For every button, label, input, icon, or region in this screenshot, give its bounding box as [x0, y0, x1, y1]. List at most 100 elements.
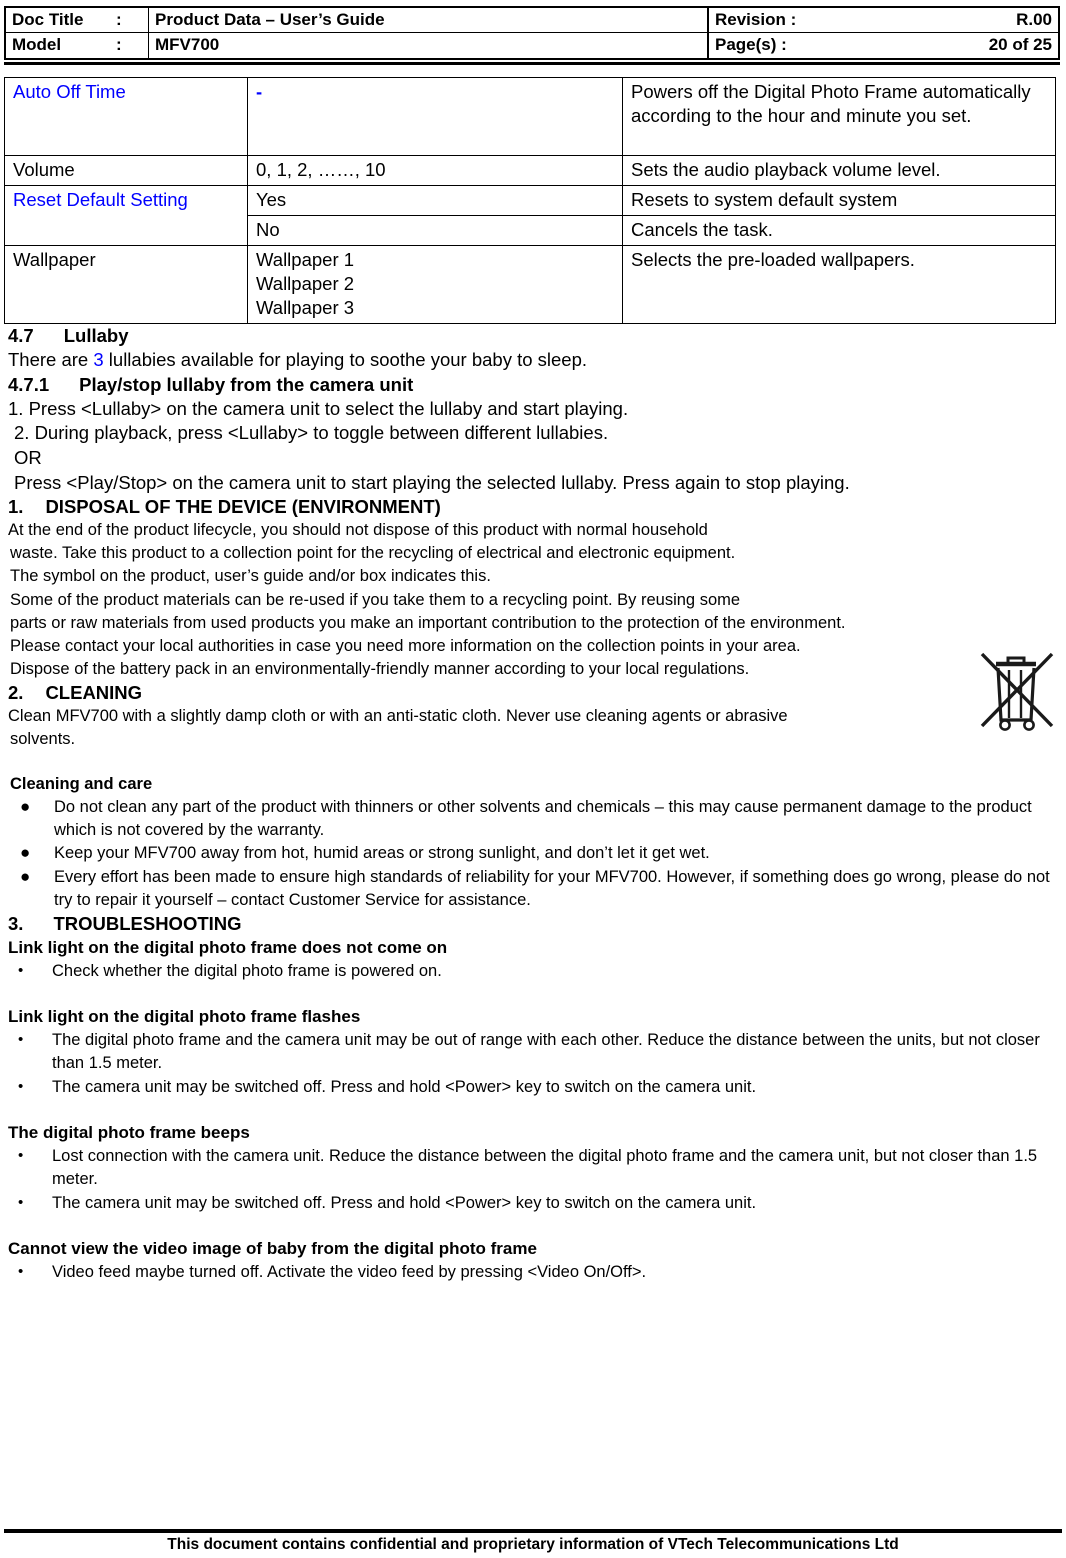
troubleshooting-bullet-list: • Video feed maybe turned off. Activate t…	[8, 1261, 1060, 1284]
list-item-text: The camera unit may be switched off. Pre…	[52, 1077, 757, 1096]
section-number: 3.	[8, 912, 24, 934]
section-number: 1.	[8, 496, 24, 518]
section-heading-cleaning: 2. CLEANING	[8, 681, 1060, 705]
list-item-text: Keep your MFV700 away from hot, humid ar…	[54, 844, 710, 863]
settings-table-body: Auto Off Time - Powers off the Digital P…	[4, 76, 1056, 325]
list-item-text: Every effort has been made to ensure hig…	[54, 867, 1050, 909]
setting-value: Wallpaper 1 Wallpaper 2 Wallpaper 3	[247, 245, 623, 325]
dot-bullet-icon: •	[18, 1146, 24, 1164]
doc-title-label: Doc Title	[4, 6, 110, 34]
setting-value-text: -	[256, 80, 263, 102]
dot-bullet-icon: •	[18, 1030, 24, 1048]
list-item-text: Check whether the digital photo frame is…	[52, 961, 442, 980]
disc-bullet-icon: ●	[20, 866, 31, 886]
setting-value: No	[247, 214, 623, 247]
subsection-title: Play/stop lullaby from the camera unit	[79, 373, 414, 395]
setting-value: Yes	[247, 184, 623, 216]
list-item-text: Do not clean any part of the product wit…	[54, 798, 1032, 840]
list-item: • Lost connection with the camera unit. R…	[8, 1145, 1060, 1192]
lullaby-step-1: 1. Press <Lullaby> on the camera unit to…	[8, 397, 629, 419]
revision-value: R.00	[825, 6, 1060, 34]
document-header-table: Doc Title : Product Data – User’s Guide …	[4, 6, 1060, 60]
setting-description: Sets the audio playback volume level.	[622, 154, 1056, 186]
document-body: 4.7 Lullaby There are 3 lullabies availab…	[0, 324, 1066, 1284]
table-row: Reset Default Setting Yes Resets to syst…	[4, 184, 1056, 247]
model-label: Model	[4, 32, 110, 60]
troubleshooting-group-title: Link light on the digital photo frame fl…	[8, 1006, 361, 1026]
document-page: Doc Title : Product Data – User’s Guide …	[0, 6, 1066, 1558]
list-item: • The digital photo frame and the camera …	[8, 1029, 1060, 1076]
disposal-line-1: At the end of the product lifecycle, you…	[8, 521, 708, 540]
disc-bullet-icon: ●	[20, 797, 31, 817]
weee-crossed-out-wheelie-bin-icon	[974, 646, 1060, 734]
section-number: 2.	[8, 681, 24, 703]
setting-name-text: Reset Default Setting	[13, 188, 188, 210]
troubleshooting-bullet-list: • The digital photo frame and the camera …	[8, 1029, 1060, 1099]
cleaning-bullet-list: ● Do not clean any part of the product wi…	[8, 796, 1060, 911]
lullaby-intro: There are 3 lullabies available for play…	[8, 348, 1060, 373]
troubleshooting-group-title: Cannot view the video image of baby from…	[8, 1239, 537, 1259]
setting-value: -	[247, 76, 623, 156]
lullaby-count: 3	[93, 349, 104, 371]
cleaning-line-1: Clean MFV700 with a slightly damp cloth …	[8, 706, 788, 725]
troubleshooting-group-title: Link light on the digital photo frame do…	[8, 937, 448, 957]
list-item: ● Every effort has been made to ensure hi…	[8, 866, 1060, 912]
setting-description: Cancels the task.	[622, 214, 1056, 247]
doc-title-value: Product Data – User’s Guide	[148, 6, 709, 34]
disposal-line-7: Dispose of the battery pack in an enviro…	[10, 659, 750, 678]
lullaby-intro-after: lullabies available for playing to sooth…	[103, 349, 588, 371]
section-title: CLEANING	[45, 681, 143, 703]
section-title: TROUBLESHOOTING	[53, 912, 242, 934]
disposal-line-6: Please contact your local authorities in…	[10, 636, 801, 655]
lullaby-step-2: 2. During playback, press <Lullaby> to t…	[14, 422, 609, 444]
list-item-text: Lost connection with the camera unit. Re…	[52, 1146, 1038, 1189]
doc-title-colon: :	[110, 6, 149, 34]
dot-bullet-icon: •	[18, 1262, 24, 1280]
model-value: MFV700	[148, 32, 709, 60]
model-colon: :	[110, 32, 149, 60]
setting-name: Reset Default Setting	[4, 184, 248, 247]
lullaby-intro-before: There are	[8, 349, 94, 371]
troubleshooting-bullet-list: • Check whether the digital photo frame i…	[8, 960, 1060, 983]
cleaning-and-care-subhead: Cleaning and care	[10, 775, 153, 794]
revision-label: Revision :	[707, 6, 825, 34]
section-heading-lullaby: 4.7 Lullaby	[8, 324, 1060, 348]
setting-description: Powers off the Digital Photo Frame autom…	[622, 76, 1056, 156]
setting-description: Resets to system default system	[622, 184, 1056, 216]
footer-confidentiality-text: This document contains confidential and …	[167, 1535, 899, 1553]
page-footer: This document contains confidential and …	[4, 1528, 1062, 1554]
disposal-line-3: The symbol on the product, user’s guide …	[10, 567, 491, 586]
list-item: ● Do not clean any part of the product wi…	[8, 796, 1060, 842]
list-item: • Video feed maybe turned off. Activate t…	[8, 1261, 1060, 1284]
list-item-text: Video feed maybe turned off. Activate th…	[52, 1262, 647, 1281]
lullaby-step-3: Press <Play/Stop> on the camera unit to …	[14, 471, 850, 493]
list-item-text: The digital photo frame and the camera u…	[52, 1030, 1040, 1073]
setting-description: Selects the pre-loaded wallpapers.	[622, 245, 1056, 325]
list-item: • The camera unit may be switched off. Pr…	[8, 1192, 1060, 1215]
pages-value: 20 of 25	[825, 32, 1060, 60]
table-row: Wallpaper Wallpaper 1 Wallpaper 2 Wallpa…	[4, 245, 1056, 325]
table-row: Volume 0, 1, 2, ……, 10 Sets the audio pl…	[4, 154, 1056, 186]
header-row-model: Model : MFV700 Page(s) : 20 of 25	[4, 32, 1060, 60]
list-item: • The camera unit may be switched off. Pr…	[8, 1076, 1060, 1099]
disposal-line-4: Some of the product materials can be re-…	[10, 590, 741, 609]
setting-name-text: Auto Off Time	[13, 80, 126, 102]
section-heading-play-stop-lullaby: 4.7.1 Play/stop lullaby from the camera u…	[8, 373, 1060, 397]
cleaning-line-2: solvents.	[10, 730, 76, 749]
disposal-line-5: parts or raw materials from used product…	[10, 613, 846, 632]
setting-name: Volume	[4, 154, 248, 186]
subsection-number: 4.7.1	[8, 373, 50, 395]
setting-name: Wallpaper	[4, 245, 248, 325]
disc-bullet-icon: ●	[20, 843, 31, 863]
disposal-line-2: waste. Take this product to a collection…	[10, 544, 736, 563]
table-row: Auto Off Time - Powers off the Digital P…	[4, 76, 1056, 156]
header-bottom-rule	[4, 61, 1060, 65]
list-item: • Check whether the digital photo frame i…	[8, 960, 1060, 983]
list-item-text: The camera unit may be switched off. Pre…	[52, 1193, 757, 1212]
dot-bullet-icon: •	[18, 961, 24, 979]
list-item: ● Keep your MFV700 away from hot, humid a…	[8, 842, 1060, 865]
section-heading-disposal: 1. DISPOSAL OF THE DEVICE (ENVIRONMENT)	[8, 495, 1060, 519]
troubleshooting-bullet-list: • Lost connection with the camera unit. R…	[8, 1145, 1060, 1215]
